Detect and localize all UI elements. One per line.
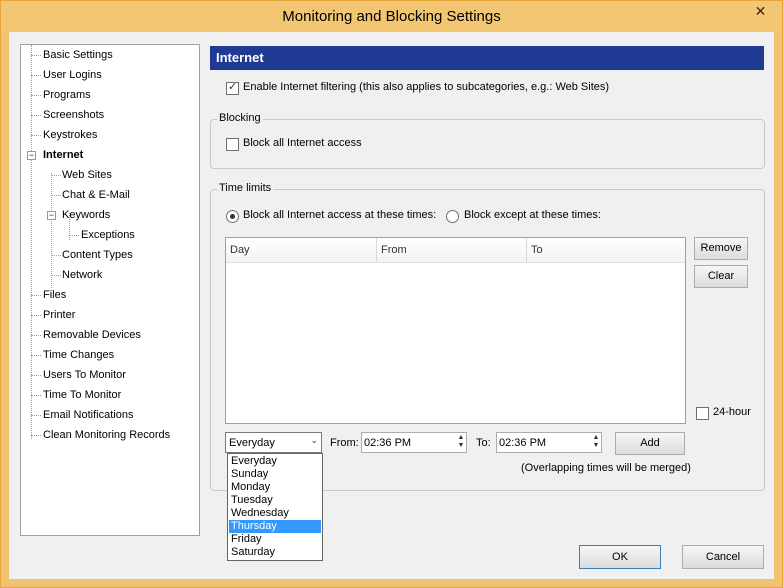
settings-tree[interactable]: − − Basic Settings User Logins Programs … (20, 44, 200, 536)
tree-item-user-logins[interactable]: User Logins (43, 67, 102, 83)
tree-connector (31, 435, 41, 436)
tree-connector (31, 55, 41, 56)
day-option[interactable]: Saturday (229, 546, 321, 559)
section-header: Internet (210, 46, 764, 70)
tree-item-network[interactable]: Network (62, 267, 102, 283)
tree-connector (31, 415, 41, 416)
to-time-input[interactable]: 02:36 PM ▲ ▼ (496, 432, 602, 453)
tree-connector (51, 255, 61, 256)
tree-connector (31, 355, 41, 356)
tree-item-internet[interactable]: Internet (43, 147, 83, 163)
hour24-label: 24-hour (713, 406, 751, 418)
collapse-icon[interactable]: − (27, 151, 36, 160)
tree-connector (69, 235, 79, 236)
tree-item-web-sites[interactable]: Web Sites (62, 167, 112, 183)
day-option[interactable]: Sunday (229, 468, 321, 481)
ok-button[interactable]: OK (579, 545, 661, 569)
from-time-value: 02:36 PM (364, 437, 412, 449)
times-table[interactable]: Day From To (225, 237, 686, 424)
hour24-checkbox[interactable] (696, 407, 709, 420)
day-option[interactable]: Tuesday (229, 494, 321, 507)
chevron-down-icon: ⌄ (310, 435, 318, 445)
tree-connector (31, 45, 32, 439)
column-day[interactable]: Day (226, 238, 377, 262)
clear-button[interactable]: Clear (694, 265, 748, 288)
radio-block-at-times[interactable] (226, 210, 239, 223)
collapse-icon[interactable]: − (47, 211, 56, 220)
spin-arrows-icon[interactable]: ▲ ▼ (457, 434, 465, 450)
column-from[interactable]: From (377, 238, 527, 262)
enable-filtering-label: Enable Internet filtering (this also app… (243, 81, 610, 93)
title-bar[interactable]: Monitoring and Blocking Settings ✕ (1, 1, 782, 32)
tree-item-users-to-monitor[interactable]: Users To Monitor (43, 367, 126, 383)
tree-item-basic-settings[interactable]: Basic Settings (43, 47, 113, 63)
close-icon[interactable]: ✕ (745, 1, 776, 21)
from-time-input[interactable]: 02:36 PM ▲ ▼ (361, 432, 467, 453)
tree-item-printer[interactable]: Printer (43, 307, 75, 323)
tree-item-programs[interactable]: Programs (43, 87, 91, 103)
block-all-label: Block all Internet access (243, 137, 362, 149)
tree-item-clean-monitoring-records[interactable]: Clean Monitoring Records (43, 427, 170, 443)
tree-item-content-types[interactable]: Content Types (62, 247, 133, 263)
overlap-note: (Overlapping times will be merged) (521, 462, 691, 474)
add-button[interactable]: Add (615, 432, 685, 455)
tree-item-time-to-monitor[interactable]: Time To Monitor (43, 387, 121, 403)
enable-filtering-checkbox[interactable] (226, 80, 239, 95)
day-option[interactable]: Monday (229, 481, 321, 494)
tree-connector (31, 395, 41, 396)
dialog-client: − − Basic Settings User Logins Programs … (9, 32, 774, 579)
day-option-highlighted[interactable]: Thursday (229, 520, 321, 533)
remove-button[interactable]: Remove (694, 237, 748, 260)
tree-connector (31, 335, 41, 336)
radio-block-at-times-label: Block all Internet access at these times… (243, 209, 437, 221)
day-option[interactable]: Friday (229, 533, 321, 546)
tree-item-email-notifications[interactable]: Email Notifications (43, 407, 133, 423)
from-label: From: (330, 437, 359, 449)
spin-arrows-icon[interactable]: ▲ ▼ (592, 434, 600, 450)
radio-block-except-label: Block except at these times: (464, 209, 601, 221)
tree-connector (31, 95, 41, 96)
tree-connector (31, 375, 41, 376)
tree-item-keywords[interactable]: Keywords (62, 207, 110, 223)
day-select-value: Everyday (229, 437, 275, 449)
settings-window: Monitoring and Blocking Settings ✕ − − B… (0, 0, 783, 588)
tree-item-screenshots[interactable]: Screenshots (43, 107, 104, 123)
tree-item-files[interactable]: Files (43, 287, 66, 303)
tree-connector (51, 173, 52, 288)
tree-item-exceptions[interactable]: Exceptions (81, 227, 135, 243)
tree-connector (51, 275, 61, 276)
day-select[interactable]: Everyday ⌄ (225, 432, 322, 453)
to-label: To: (476, 437, 491, 449)
tree-item-chat-email[interactable]: Chat & E-Mail (62, 187, 130, 203)
tree-connector (31, 75, 41, 76)
tree-item-time-changes[interactable]: Time Changes (43, 347, 114, 363)
day-dropdown-list[interactable]: Everyday Sunday Monday Tuesday Wednesday… (227, 453, 323, 561)
column-to[interactable]: To (527, 238, 685, 262)
tree-connector (31, 295, 41, 296)
tree-connector (51, 195, 61, 196)
window-title: Monitoring and Blocking Settings (282, 8, 501, 25)
radio-block-except[interactable] (446, 210, 459, 223)
to-time-value: 02:36 PM (499, 437, 547, 449)
day-option[interactable]: Wednesday (229, 507, 321, 520)
tree-connector (31, 135, 41, 136)
tree-connector (31, 315, 41, 316)
section-header-title: Internet (216, 50, 264, 65)
tree-item-keystrokes[interactable]: Keystrokes (43, 127, 97, 143)
cancel-button[interactable]: Cancel (682, 545, 764, 569)
blocking-group-title: Blocking (217, 112, 263, 124)
day-option[interactable]: Everyday (229, 455, 321, 468)
tree-connector (31, 115, 41, 116)
time-limits-group-title: Time limits (217, 182, 274, 194)
tree-connector (51, 175, 61, 176)
tree-item-removable-devices[interactable]: Removable Devices (43, 327, 141, 343)
block-all-checkbox[interactable] (226, 138, 239, 151)
times-table-header: Day From To (226, 238, 685, 263)
